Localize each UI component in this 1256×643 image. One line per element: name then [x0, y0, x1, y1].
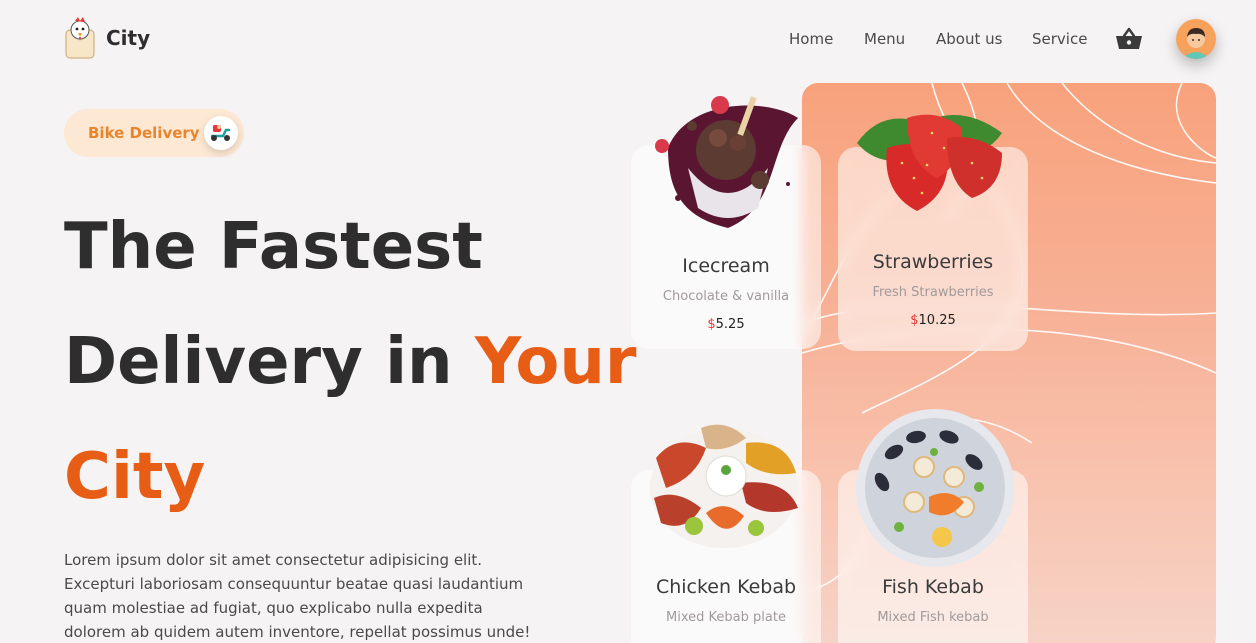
icecream-image	[655, 96, 798, 228]
chicken-logo-icon	[65, 17, 95, 59]
hero-title-accent-city: City	[64, 440, 206, 514]
hero-title-accent-your: Your	[474, 325, 637, 399]
currency-symbol: $	[910, 313, 919, 328]
logo-text: City	[106, 26, 151, 50]
avatar-icon	[1176, 19, 1216, 59]
card-name: Strawberries	[872, 251, 994, 273]
fish-kebab-image	[856, 409, 1014, 567]
strawberries-image	[857, 114, 1002, 211]
basket-icon[interactable]	[1115, 27, 1143, 51]
price-value: 5.25	[715, 317, 745, 332]
main-nav: Home Menu About us Service	[789, 30, 1119, 48]
logo[interactable]: City	[62, 16, 150, 60]
card-name: Chicken Kebab	[655, 576, 797, 598]
card-desc: Fresh Strawberries	[872, 285, 994, 300]
header: City Home Menu About us Service	[0, 0, 1256, 80]
card-price: $5.25	[631, 317, 821, 332]
card-desc: Mixed Kebab plate	[666, 610, 786, 625]
card-name: Fish Kebab	[882, 576, 984, 598]
nav-home[interactable]: Home	[789, 30, 833, 48]
hero-title-line1: The Fastest	[64, 210, 483, 284]
badge-label: Bike Delivery	[88, 124, 200, 142]
bike-delivery-badge: Bike Delivery	[64, 109, 244, 157]
nav-about-us[interactable]: About us	[936, 30, 1002, 48]
nav-service[interactable]: Service	[1032, 30, 1087, 48]
card-desc: Mixed Fish kebab	[877, 610, 989, 625]
price-value: 10.25	[918, 313, 956, 328]
hero-title-line2: Delivery in	[64, 325, 453, 399]
card-name: Icecream	[682, 255, 770, 277]
card-price: $10.25	[838, 313, 1028, 328]
hero-description: Lorem ipsum dolor sit amet consectetur a…	[64, 551, 531, 641]
avatar[interactable]	[1176, 19, 1216, 59]
hero-title: The Fastest Delivery in Your City	[64, 190, 644, 535]
nav-menu[interactable]: Menu	[864, 30, 905, 48]
card-desc: Chocolate & vanilla	[662, 289, 790, 304]
currency-symbol: $	[707, 317, 716, 332]
chicken-kebab-image	[650, 424, 798, 548]
scooter-icon	[204, 116, 238, 150]
